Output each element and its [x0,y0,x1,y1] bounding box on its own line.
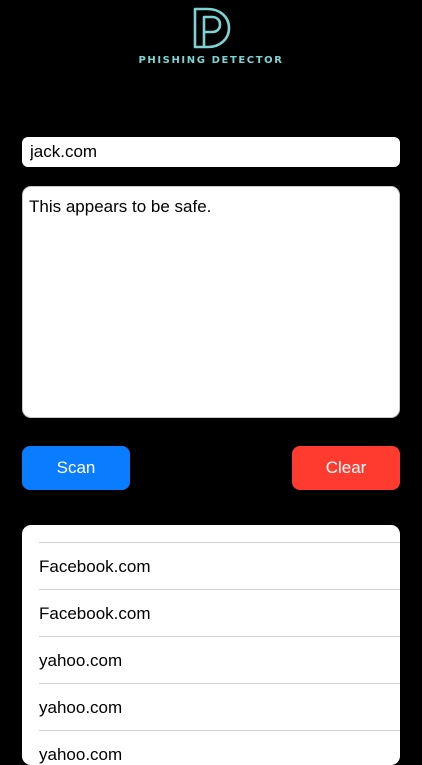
history-item-label: Facebook.com [39,557,151,576]
history-item[interactable]: Facebook.com [22,525,400,543]
app-title: PHISHING DETECTOR [138,55,284,66]
history-item[interactable]: Facebook.com [22,543,400,590]
url-input[interactable] [22,137,400,167]
scan-button[interactable]: Scan [22,446,130,490]
history-item[interactable]: yahoo.com [22,731,400,765]
history-item-label: Facebook.com [39,604,151,623]
history-item-label: yahoo.com [39,651,123,670]
history-item-label: yahoo.com [39,698,123,717]
app-logo: PHISHING DETECTOR [0,6,422,68]
history-item-label: Facebook.com [39,525,151,543]
history-item[interactable]: Facebook.com [22,590,400,637]
history-item[interactable]: yahoo.com [22,637,400,684]
history-list[interactable]: Facebook.com Facebook.com Facebook.com y… [22,525,400,765]
history-item-label: yahoo.com [39,745,123,764]
history-item[interactable]: yahoo.com [22,684,400,731]
clear-button[interactable]: Clear [292,446,400,490]
result-text-area[interactable]: This appears to be safe. [22,186,400,418]
result-message: This appears to be safe. [29,197,212,216]
dp-monogram-icon [193,7,231,49]
